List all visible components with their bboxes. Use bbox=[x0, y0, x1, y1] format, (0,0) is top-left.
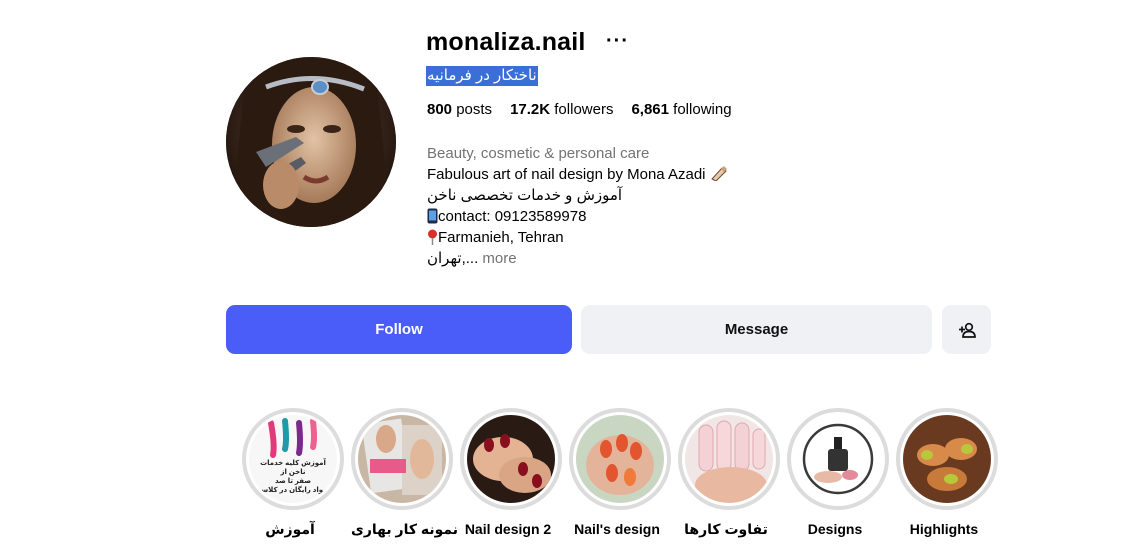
follow-button[interactable]: Follow bbox=[226, 305, 572, 354]
highlight-ring: آموزش کلیه خدمات ناخن از صفر تا صد مواد … bbox=[242, 408, 344, 510]
highlight-4[interactable]: Nail's design bbox=[569, 408, 671, 537]
highlight-1[interactable]: آموزش کلیه خدمات ناخن از صفر تا صد مواد … bbox=[242, 408, 344, 538]
highlight-cover bbox=[685, 415, 773, 503]
followers-count[interactable]: 17.2K followers bbox=[510, 101, 613, 118]
bio-line-3-text: contact: 09123589978 bbox=[438, 208, 587, 225]
bio-line-5: تهران,... more bbox=[427, 248, 728, 269]
nail-polish-icon bbox=[710, 166, 727, 182]
bio-line-1: Fabulous art of nail design by Mona Azad… bbox=[427, 164, 728, 185]
highlight-5[interactable]: تفاوت کارها bbox=[678, 408, 780, 538]
highlight-3[interactable]: Nail design 2 bbox=[460, 408, 562, 537]
highlight-label: Designs bbox=[807, 521, 863, 537]
bio-line-5-text: تهران,... bbox=[427, 250, 479, 267]
following-count[interactable]: 6,861 following bbox=[631, 101, 731, 118]
highlight-label: Nail's design bbox=[574, 521, 660, 537]
followers-label: followers bbox=[554, 101, 614, 118]
highlight-label: تفاوت کارها bbox=[684, 521, 768, 537]
highlight-label: نمونه کار بهاری bbox=[351, 521, 459, 537]
bio-line-1-text: Fabulous art of nail design by Mona Azad… bbox=[427, 166, 706, 183]
highlight-label: Highlights bbox=[909, 521, 979, 537]
followers-value: 17.2K bbox=[510, 101, 551, 118]
profile-bio: Beauty, cosmetic & personal care Fabulou… bbox=[427, 143, 728, 269]
highlight-cover bbox=[358, 415, 446, 503]
highlight-ring bbox=[678, 408, 780, 510]
highlight-ring bbox=[351, 408, 453, 510]
highlight-cover bbox=[794, 415, 882, 503]
more-dots-icon[interactable]: ··· bbox=[606, 30, 629, 53]
highlight-ring bbox=[787, 408, 889, 510]
bio-line-2: آموزش و خدمات تخصصی ناخن bbox=[427, 187, 623, 204]
highlight-ring bbox=[460, 408, 562, 510]
highlight-cover bbox=[467, 415, 555, 503]
highlight-cover: آموزش کلیه خدمات ناخن از صفر تا صد مواد … bbox=[249, 415, 337, 503]
highlight-label: Nail design 2 bbox=[464, 521, 552, 537]
highlight-7[interactable]: Highlights bbox=[896, 408, 998, 537]
following-value: 6,861 bbox=[631, 101, 669, 118]
highlight-6[interactable]: Designs bbox=[787, 408, 889, 537]
highlight-label: آموزش bbox=[265, 521, 315, 537]
pushpin-icon bbox=[428, 229, 437, 245]
posts-label: posts bbox=[456, 101, 493, 118]
profile-full-name: ناختکار در فرمانیه bbox=[426, 66, 538, 86]
bio-more-link[interactable]: more bbox=[482, 250, 516, 267]
bio-category: Beauty, cosmetic & personal care bbox=[427, 145, 650, 162]
promo-line-2: صفر تا صد bbox=[274, 478, 312, 485]
profile-avatar[interactable] bbox=[226, 57, 396, 227]
posts-value: 800 bbox=[427, 101, 453, 118]
bio-line-4-text: Farmanieh, Tehran bbox=[438, 229, 564, 246]
highlight-2[interactable]: نمونه کار بهاری bbox=[351, 408, 459, 538]
highlight-ring bbox=[569, 408, 671, 510]
highlight-cover bbox=[576, 415, 664, 503]
add-person-icon bbox=[958, 322, 976, 338]
mobile-phone-icon bbox=[427, 208, 438, 224]
posts-count[interactable]: 800 posts bbox=[427, 101, 492, 118]
profile-username[interactable]: monaliza.nail bbox=[426, 28, 586, 57]
profile-stats: 800 posts 17.2K followers 6,861 followin… bbox=[427, 101, 750, 118]
message-button[interactable]: Message bbox=[581, 305, 932, 354]
following-label: following bbox=[673, 101, 732, 118]
suggested-accounts-button[interactable] bbox=[942, 305, 991, 354]
highlight-ring bbox=[896, 408, 998, 510]
promo-line-3: مواد رایگان در کلاس bbox=[258, 487, 328, 494]
promo-line-1: آموزش کلیه خدمات ناخن از bbox=[260, 460, 326, 476]
bio-line-4: Farmanieh, Tehran bbox=[427, 227, 728, 248]
highlight-cover bbox=[903, 415, 991, 503]
bio-line-3: contact: 09123589978 bbox=[427, 206, 728, 227]
